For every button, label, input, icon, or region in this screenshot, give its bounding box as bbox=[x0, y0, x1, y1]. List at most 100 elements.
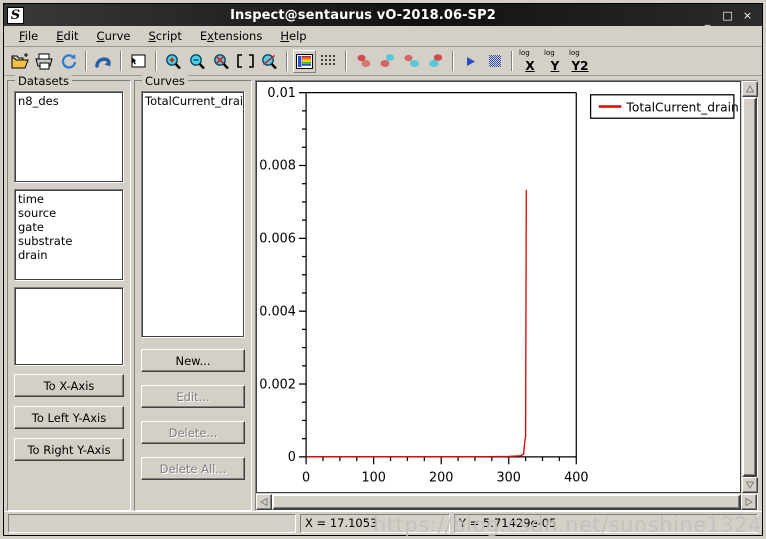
select-area-icon[interactable] bbox=[127, 50, 150, 73]
curve-cyan2-icon[interactable] bbox=[400, 50, 423, 73]
toolbar-separator-5 bbox=[345, 51, 347, 71]
vertical-scroll-thumb[interactable] bbox=[743, 98, 756, 476]
scroll-right-arrow-icon[interactable] bbox=[741, 494, 757, 510]
vertical-scroll-track[interactable] bbox=[742, 97, 757, 477]
menu-edit-mnemonic: E bbox=[56, 29, 64, 43]
zoom-out-icon[interactable] bbox=[186, 50, 209, 73]
horizontal-scroll-thumb[interactable] bbox=[273, 495, 740, 509]
plot-area: 0 0.002 0.004 0.006 0.008 0.01 0 100 200 300 400 To… bbox=[255, 80, 758, 511]
menu-file-rest: ile bbox=[24, 29, 39, 43]
svg-text:0: 0 bbox=[302, 470, 310, 485]
open-file-icon[interactable] bbox=[9, 50, 32, 73]
curves-listbox[interactable]: TotalCurrent_drain bbox=[141, 91, 245, 338]
to-x-axis-button[interactable]: To X-Axis bbox=[14, 374, 124, 397]
menu-script[interactable]: Script bbox=[139, 27, 190, 45]
svg-text:0.01: 0.01 bbox=[267, 86, 295, 101]
to-left-y-axis-button[interactable]: To Left Y-Axis bbox=[14, 406, 124, 429]
scroll-down-arrow-icon[interactable] bbox=[742, 477, 758, 493]
reload-icon[interactable] bbox=[57, 50, 80, 73]
log-y-button[interactable]: log Y bbox=[543, 49, 567, 73]
datasets-files-listbox[interactable]: n8_des bbox=[14, 91, 124, 183]
curve-cyan-icon[interactable] bbox=[376, 50, 399, 73]
undo-icon[interactable] bbox=[92, 50, 115, 73]
curves-panel-title: Curves bbox=[142, 74, 188, 88]
plot-horizontal-scrollbar[interactable] bbox=[256, 494, 757, 510]
list-item[interactable]: TotalCurrent_drain bbox=[145, 94, 244, 108]
menu-curve-rest: urve bbox=[104, 29, 131, 43]
toolbar-separator-6 bbox=[452, 51, 454, 71]
menu-extensions[interactable]: Extensions bbox=[191, 27, 271, 45]
log-x-button[interactable]: log X bbox=[518, 49, 542, 73]
window-title: Inspect@sentaurus vO-2018.06-SP2 bbox=[230, 7, 496, 23]
zoom-fit-icon[interactable] bbox=[234, 50, 257, 73]
menu-curve[interactable]: Curve bbox=[88, 27, 140, 45]
grid-icon[interactable] bbox=[317, 50, 340, 73]
plot-row: 0 0.002 0.004 0.006 0.008 0.01 0 100 200 300 400 To… bbox=[256, 81, 758, 493]
delete-curve-button[interactable]: Delete... bbox=[141, 421, 245, 444]
toolbar-separator-2 bbox=[120, 51, 122, 71]
datasets-extra-listbox[interactable] bbox=[14, 287, 124, 366]
log-y2-axis-label: Y2 bbox=[571, 59, 589, 73]
menu-edit[interactable]: Edit bbox=[47, 27, 87, 45]
menu-bar: File Edit Curve Script Extensions Help bbox=[4, 26, 762, 47]
svg-text:0.008: 0.008 bbox=[259, 159, 296, 174]
zoom-reset-icon[interactable] bbox=[210, 50, 233, 73]
color-palette-icon[interactable] bbox=[293, 49, 316, 73]
log-y2-sup: log bbox=[569, 49, 580, 57]
list-item[interactable]: gate bbox=[18, 220, 121, 234]
dither-icon[interactable] bbox=[483, 50, 506, 73]
to-right-y-axis-button[interactable]: To Right Y-Axis bbox=[14, 438, 124, 461]
status-blank-field bbox=[8, 513, 296, 533]
delete-all-curves-button[interactable]: Delete All... bbox=[141, 457, 245, 480]
svg-text:TotalCurrent_drain: TotalCurrent_drain bbox=[625, 99, 738, 114]
menu-script-mnemonic: S bbox=[148, 29, 156, 43]
curve-red2-icon[interactable] bbox=[424, 50, 447, 73]
main-body: Datasets n8_des time source gate substra… bbox=[4, 74, 762, 511]
curves-panel: Curves TotalCurrent_drain New... Edit...… bbox=[134, 74, 252, 511]
menu-help[interactable]: Help bbox=[271, 27, 315, 45]
zoom-in-icon[interactable] bbox=[162, 50, 185, 73]
list-item[interactable]: drain bbox=[18, 248, 121, 262]
svg-text:200: 200 bbox=[429, 470, 453, 485]
svg-text:400: 400 bbox=[564, 470, 588, 485]
maximize-icon[interactable]: □ bbox=[722, 10, 733, 21]
menu-file[interactable]: File bbox=[10, 27, 47, 45]
datasets-fields-listbox[interactable]: time source gate substrate drain bbox=[14, 189, 124, 281]
plot-vertical-scrollbar[interactable] bbox=[741, 81, 758, 493]
curve-red-icon[interactable] bbox=[352, 50, 375, 73]
menu-help-rest: elp bbox=[289, 29, 307, 43]
close-icon[interactable]: × bbox=[742, 10, 753, 21]
play-icon[interactable] bbox=[459, 50, 482, 73]
log-x-axis-label: X bbox=[525, 59, 535, 73]
list-item[interactable]: substrate bbox=[18, 234, 121, 248]
list-item[interactable]: source bbox=[18, 206, 121, 220]
window-controls: _ □ × bbox=[702, 10, 760, 25]
new-curve-button[interactable]: New... bbox=[141, 349, 245, 372]
zoom-select-icon[interactable] bbox=[258, 50, 281, 73]
toolbar-separator-4 bbox=[286, 51, 288, 71]
svg-text:0.004: 0.004 bbox=[259, 304, 296, 319]
chart-svg: 0 0.002 0.004 0.006 0.008 0.01 0 100 200 300 400 To… bbox=[259, 86, 738, 486]
svg-text:0: 0 bbox=[288, 450, 296, 465]
menu-curve-mnemonic: C bbox=[96, 29, 105, 43]
menu-help-mnemonic: H bbox=[280, 29, 289, 43]
svg-text:0.002: 0.002 bbox=[259, 377, 296, 392]
minimize-icon[interactable]: _ bbox=[702, 14, 713, 25]
menu-extensions-rest: tensions bbox=[213, 29, 263, 43]
edit-curve-button[interactable]: Edit... bbox=[141, 385, 245, 408]
horizontal-scroll-track[interactable] bbox=[272, 494, 741, 510]
status-bar: X = 17.1053 Y = 5.71429e-05 bbox=[4, 511, 762, 535]
title-bar: S Inspect@sentaurus vO-2018.06-SP2 _ □ × bbox=[4, 4, 762, 26]
scroll-left-arrow-icon[interactable] bbox=[256, 494, 272, 510]
list-item[interactable]: n8_des bbox=[18, 94, 121, 108]
scroll-up-arrow-icon[interactable] bbox=[742, 81, 758, 97]
print-icon[interactable] bbox=[33, 50, 56, 73]
list-item[interactable]: time bbox=[18, 192, 121, 206]
plot-canvas[interactable]: 0 0.002 0.004 0.006 0.008 0.01 0 100 200 300 400 To… bbox=[256, 81, 741, 493]
log-y2-button[interactable]: log Y2 bbox=[568, 49, 592, 73]
